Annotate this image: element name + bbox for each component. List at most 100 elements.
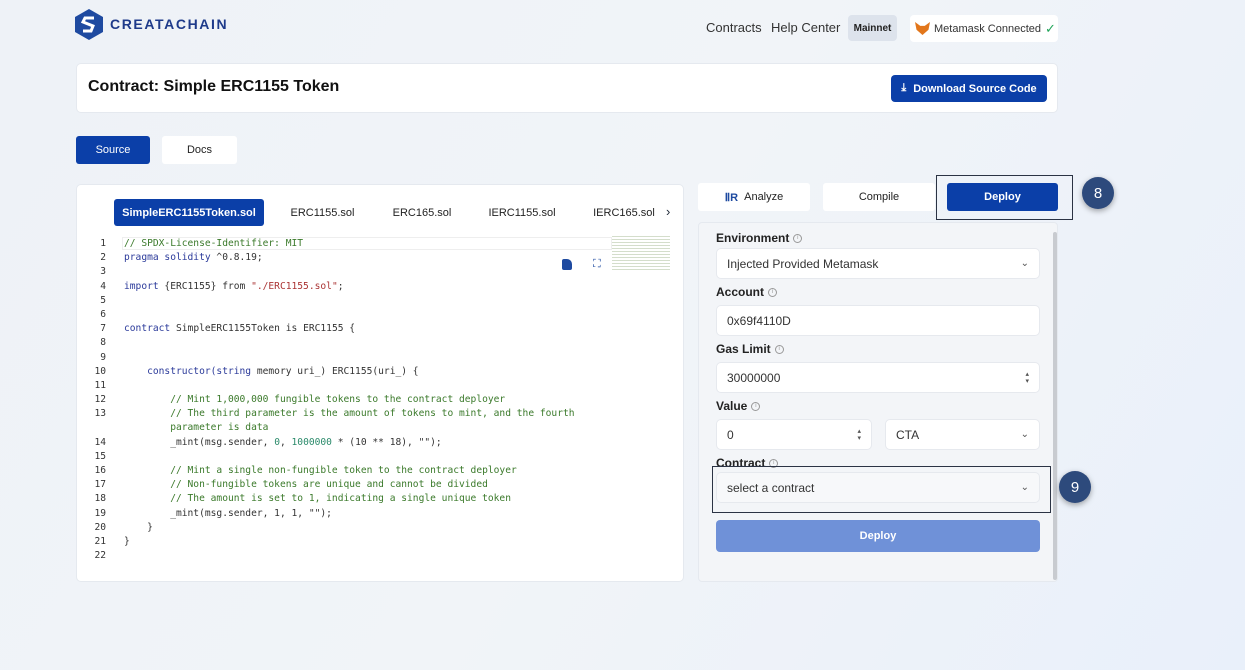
code-token: // Mint a single non-fungible token to t… (124, 465, 517, 476)
code-token: constructor( (124, 365, 217, 377)
line-number: 3 (100, 266, 106, 278)
line-number: 8 (100, 337, 106, 349)
code-line: 3 (88, 265, 575, 279)
download-source-button[interactable]: ⤓ Download Source Code (891, 75, 1047, 102)
file-tab[interactable]: ERC165.sol (382, 199, 462, 226)
gas-limit-value: 30000000 (727, 370, 781, 385)
code-line: 14 _mint(msg.sender, 0, 1000000 * (10 **… (88, 436, 575, 450)
code-line: 5 (88, 294, 575, 308)
deploy-button[interactable]: Deploy (716, 520, 1040, 552)
environment-select[interactable]: Injected Provided Metamask ⌄ (716, 248, 1040, 279)
line-number: 6 (100, 308, 106, 320)
wallet-status[interactable]: Metamask Connected ✓ (910, 15, 1058, 42)
unit-select[interactable]: CTA ⌄ (885, 419, 1040, 450)
code-token: } (124, 535, 130, 547)
code-token: // SPDX-License-Identifier: MIT (124, 238, 304, 249)
code-token: * (10 ** 18), ""); (331, 436, 442, 448)
code-token: // The amount is set to 1, indicating a … (124, 493, 511, 505)
stepper-icon[interactable]: ▴ ▾ (857, 428, 861, 442)
line-number: 19 (94, 507, 106, 519)
createachain-logo-icon (75, 9, 103, 40)
line-number: 14 (94, 436, 106, 448)
code-token: , (279, 436, 292, 448)
code-line: 6 (88, 308, 575, 322)
file-tab[interactable]: SimpleERC1155Token.sol (114, 199, 264, 226)
step-badge-8: 8 (1082, 177, 1114, 209)
copy-icon[interactable] (562, 259, 572, 270)
chevron-right-icon[interactable]: › (666, 204, 670, 219)
code-token: pragma solidity (124, 252, 211, 264)
code-line: 2 pragma solidity ^0.8.19; (88, 251, 575, 265)
value-input[interactable]: 0 ▴ ▾ (716, 419, 872, 450)
stepper-icon[interactable]: ▴ ▾ (1025, 371, 1029, 385)
code-token: string (216, 365, 252, 377)
code-line: 17 // Non-fungible tokens are unique and… (88, 478, 575, 492)
network-button[interactable]: Mainnet (848, 15, 897, 41)
gas-limit-input[interactable]: 30000000 ▴ ▾ (716, 362, 1040, 393)
code-line: 12 // Mint 1,000,000 fungible tokens to … (88, 393, 575, 407)
nav-help-center[interactable]: Help Center (771, 20, 840, 35)
tab-source[interactable]: Source (76, 136, 150, 164)
gas-limit-label: Gas Limit i (716, 342, 784, 356)
line-number: 1 (100, 238, 106, 249)
unit-value: CTA (896, 427, 920, 442)
tab-compile[interactable]: Compile (823, 183, 935, 211)
line-number: 10 (94, 365, 106, 377)
code-line: 21} (88, 535, 575, 549)
code-token: import (124, 280, 159, 292)
file-tab[interactable]: ERC1155.sol (280, 199, 365, 226)
nav-contracts[interactable]: Contracts (706, 20, 762, 35)
value-amount: 0 (727, 427, 734, 442)
tab-docs[interactable]: Docs (162, 136, 237, 164)
code-line: 18 // The amount is set to 1, indicating… (88, 492, 575, 506)
line-number: 21 (94, 535, 106, 547)
line-number: 2 (100, 252, 106, 264)
analyze-label: Analyze (744, 191, 784, 203)
panel-scrollbar[interactable] (1053, 232, 1057, 580)
code-token: parameter is data (124, 422, 269, 434)
code-line: 15 (88, 450, 575, 464)
info-icon: i (774, 344, 784, 354)
code-minimap[interactable] (612, 236, 670, 270)
code-token: 1000000 (291, 436, 332, 448)
account-field[interactable]: 0x69f4110D (716, 305, 1040, 336)
code-line: 7 contract SimpleERC1155Token is ERC1155 … (88, 322, 575, 336)
info-icon: i (793, 233, 803, 243)
code-token: _mint(msg.sender, 1, 1, ""); (124, 507, 332, 519)
code-token: _mint(msg.sender, (124, 436, 275, 448)
line-number: 20 (94, 521, 106, 533)
file-tab[interactable]: IERC165.sol (584, 199, 664, 226)
info-icon: i (751, 401, 761, 411)
page-title: Contract: Simple ERC1155 Token (88, 78, 340, 95)
file-tab[interactable]: IERC1155.sol (478, 199, 566, 226)
check-circle-icon: ✓ (1045, 20, 1056, 36)
line-number: 17 (94, 479, 106, 491)
analyze-icon: ⅡR (724, 191, 739, 204)
account-label: Account i (716, 285, 777, 299)
value-label: Value i (716, 399, 761, 413)
line-number (88, 421, 106, 435)
code-token: contract (124, 323, 171, 335)
code-content[interactable]: 1 // SPDX-License-Identifier: MIT 2 pragma … (88, 237, 575, 563)
wallet-status-label: Metamask Connected (934, 22, 1041, 35)
line-number: 5 (100, 294, 106, 306)
code-line: 1 // SPDX-License-Identifier: MIT (88, 237, 575, 251)
tab-analyze[interactable]: ⅡR Analyze (698, 183, 810, 211)
code-line: parameter is data (88, 421, 575, 435)
line-number: 13 (94, 408, 106, 420)
line-number: 11 (94, 379, 106, 391)
chevron-down-icon: ⌄ (1020, 258, 1029, 269)
fullscreen-icon[interactable]: ⛶ (593, 258, 601, 271)
code-token: ; (337, 280, 344, 292)
code-line: 8 (88, 336, 575, 350)
metamask-fox-icon (915, 22, 930, 35)
chevron-down-icon: ⌄ (1020, 429, 1029, 440)
line-number: 9 (100, 351, 106, 363)
code-line: 19 _mint(msg.sender, 1, 1, ""); (88, 507, 575, 521)
brand-name: CREATACHAIN (110, 16, 229, 32)
code-token: ^0.8.19; (210, 252, 263, 264)
code-token: "./ERC1155.sol" (251, 280, 338, 292)
environment-label: Environment i (716, 231, 803, 245)
line-number: 7 (100, 323, 106, 335)
code-token: {ERC1155} from (158, 280, 252, 292)
